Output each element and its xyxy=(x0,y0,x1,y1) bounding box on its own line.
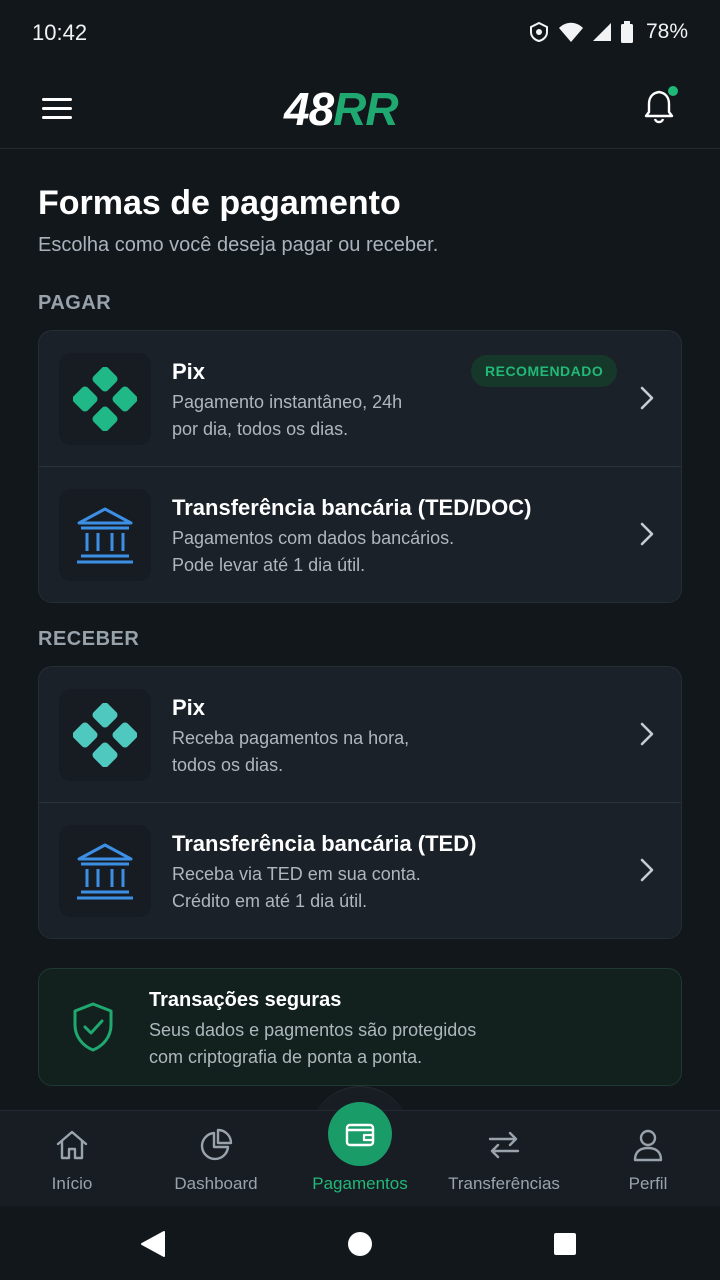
option-description: Pagamentos com dados bancários. Pode lev… xyxy=(172,528,455,575)
secure-description: Seus dados e pagmentos são protegidos co… xyxy=(149,1020,477,1067)
option-title: Transferência bancária (TED) xyxy=(172,831,477,856)
pay-bank-transfer-option[interactable]: Transferência bancária (TED/DOC) Pagamen… xyxy=(39,466,681,602)
bank-icon-box xyxy=(59,489,151,581)
pay-pix-option[interactable]: Pix RECOMENDADO Pagamento instantâneo, 2… xyxy=(39,331,681,466)
section-label-receive: RECEBER xyxy=(38,628,140,650)
nav-label: Início xyxy=(51,1174,93,1193)
bank-icon xyxy=(77,843,133,900)
system-navigation-bar xyxy=(0,1206,720,1280)
vpn-icon xyxy=(529,21,548,43)
logo-text-white: 48 xyxy=(284,83,334,135)
bank-icon xyxy=(77,507,133,564)
secure-transactions-card: Transações seguras Seus dados e pagmento… xyxy=(38,968,682,1086)
logo-text-green: RR xyxy=(333,83,398,135)
bank-icon-box xyxy=(59,825,151,917)
nav-item-dashboard[interactable]: Dashboard xyxy=(144,1111,288,1207)
nav-label: Perfil xyxy=(628,1174,668,1193)
chevron-right-icon xyxy=(640,386,654,410)
pie-chart-icon xyxy=(200,1128,233,1161)
pix-icon-box xyxy=(59,689,151,781)
pay-methods-card: Pix RECOMENDADO Pagamento instantâneo, 2… xyxy=(38,330,682,603)
shield-check-icon xyxy=(73,1002,113,1052)
receive-bank-transfer-option[interactable]: Transferência bancária (TED) Receba via … xyxy=(39,802,681,938)
nav-item-transferencias[interactable]: Transferências xyxy=(432,1111,576,1207)
chevron-right-icon xyxy=(640,722,654,746)
home-button-icon[interactable] xyxy=(347,1230,373,1258)
pix-icon xyxy=(73,703,137,767)
chevron-right-icon xyxy=(640,858,654,882)
back-icon[interactable] xyxy=(140,1230,166,1258)
notifications-button[interactable] xyxy=(642,86,680,126)
option-title: Transferência bancária (TED/DOC) xyxy=(172,495,532,520)
home-icon xyxy=(56,1130,88,1160)
menu-button[interactable] xyxy=(40,92,76,124)
app-logo: 48RR xyxy=(284,82,399,136)
battery-percent: 78% xyxy=(645,20,688,43)
recommended-badge: RECOMENDADO xyxy=(471,355,618,387)
page-title: Formas de pagamento xyxy=(38,184,401,222)
hamburger-icon xyxy=(42,98,72,119)
pix-icon xyxy=(73,367,137,431)
status-time: 10:42 xyxy=(32,20,88,45)
page-subtitle: Escolha como você deseja pagar ou recebe… xyxy=(38,234,439,256)
section-label-pay: PAGAR xyxy=(38,292,112,314)
pix-icon-box xyxy=(59,353,151,445)
receive-pix-option[interactable]: Pix Receba pagamentos na hora, todos os … xyxy=(39,667,681,802)
option-description: Receba via TED em sua conta. Crédito em … xyxy=(172,864,421,911)
nav-label: Dashboard xyxy=(174,1174,258,1193)
secure-title: Transações seguras xyxy=(149,989,342,1011)
app-bar: 48RR xyxy=(0,68,720,149)
signal-icon xyxy=(592,23,611,41)
nav-item-inicio[interactable]: Início xyxy=(0,1111,144,1207)
battery-icon xyxy=(620,21,633,43)
payments-fab[interactable] xyxy=(328,1102,392,1166)
bell-icon xyxy=(644,86,678,124)
status-icons: 78% xyxy=(528,20,688,44)
nav-label: Pagamentos xyxy=(312,1174,408,1193)
wallet-icon xyxy=(345,1123,375,1147)
status-bar: 10:42 78% xyxy=(0,0,720,68)
transfer-icon xyxy=(488,1131,520,1159)
recents-icon[interactable] xyxy=(552,1230,578,1258)
receive-methods-card: Pix Receba pagamentos na hora, todos os … xyxy=(38,666,682,939)
user-icon xyxy=(633,1129,663,1162)
nav-label: Transferências xyxy=(448,1174,560,1193)
chevron-right-icon xyxy=(640,522,654,546)
nav-item-perfil[interactable]: Perfil xyxy=(576,1111,720,1207)
wifi-icon xyxy=(558,22,583,42)
option-description: Pagamento instantâneo, 24h por dia, todo… xyxy=(172,392,403,439)
option-description: Receba pagamentos na hora, todos os dias… xyxy=(172,728,410,775)
option-title: Pix xyxy=(172,359,206,384)
option-title: Pix xyxy=(172,695,206,720)
